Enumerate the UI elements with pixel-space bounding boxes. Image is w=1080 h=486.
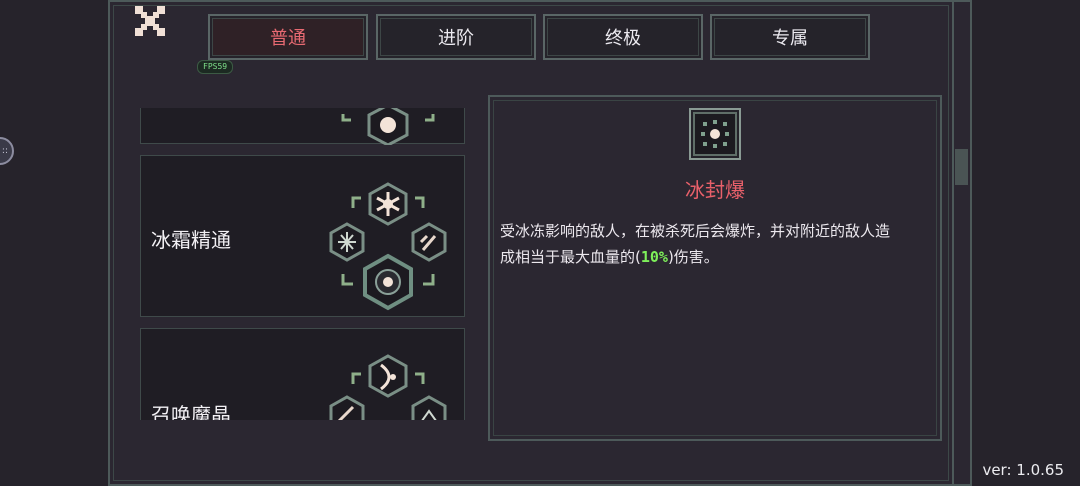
- tab-ultimate[interactable]: 终极: [543, 14, 703, 60]
- fps-counter: FPS59: [197, 60, 234, 74]
- side-drag-handle[interactable]: ::: [0, 137, 14, 165]
- skill-card-summon-crystal[interactable]: 召唤魔晶: [140, 328, 465, 420]
- ice-explosion-icon: [689, 108, 741, 160]
- version-label: ver: 1.0.65: [982, 461, 1064, 479]
- skill-name: 冰霜精通: [151, 228, 231, 252]
- tab-normal[interactable]: 普通: [208, 14, 368, 60]
- desc-highlight-value: 10%: [640, 248, 668, 266]
- skill-card-frost-mastery[interactable]: 冰霜精通: [140, 155, 465, 317]
- close-x-icon[interactable]: [133, 4, 167, 38]
- scrollbar-track[interactable]: [952, 0, 972, 486]
- desc-line-2-pre: 成相当于最大血量的(: [500, 248, 641, 266]
- skill-card[interactable]: [140, 108, 465, 145]
- skill-list[interactable]: 冰霜精通 召唤魔晶: [140, 108, 465, 420]
- skill-tree-icon: [329, 182, 447, 311]
- desc-line-1: 受冰冻影响的敌人，在被杀死后会爆炸，并对附近的敌人造: [500, 222, 891, 240]
- skill-detail-description: 受冰冻影响的敌人，在被杀死后会爆炸，并对附近的敌人造 成相当于最大血量的(10%…: [500, 218, 932, 270]
- skill-detail-title: 冰封爆: [685, 178, 745, 202]
- desc-line-2-post: )伤害。: [667, 248, 719, 266]
- scrollbar-thumb[interactable]: [955, 149, 968, 185]
- skill-tree-icon: [341, 108, 435, 145]
- tab-exclusive[interactable]: 专属: [710, 14, 870, 60]
- tab-advanced[interactable]: 进阶: [376, 14, 536, 60]
- skill-tree-icon: [329, 354, 447, 420]
- skill-name: 召唤魔晶: [151, 403, 231, 420]
